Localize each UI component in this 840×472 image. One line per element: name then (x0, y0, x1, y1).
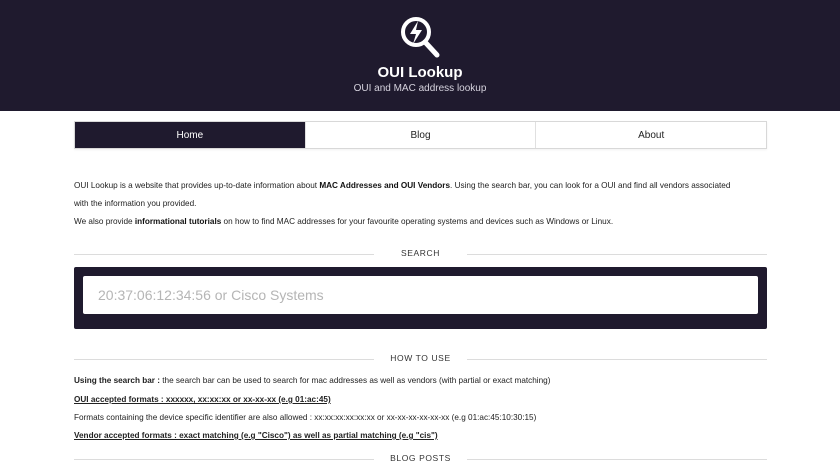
intro-text-part: . Using the search bar, you can look for… (450, 181, 731, 190)
search-lightning-icon[interactable] (398, 15, 442, 59)
howto-line-4: Vendor accepted formats : exact matching… (74, 431, 767, 440)
search-heading: SEARCH (74, 248, 767, 260)
intro-highlight: MAC Addresses and OUI Vendors (319, 181, 451, 190)
intro-text-part: on how to find MAC addresses for your fa… (221, 217, 614, 226)
blog-heading: BLOG POSTS (74, 453, 767, 465)
howto-heading-label: HOW TO USE (390, 353, 451, 363)
intro-paragraph-2: We also provide informational tutorials … (74, 213, 767, 231)
howto-heading: HOW TO USE (74, 353, 767, 365)
howto-line-1: Using the search bar : the search bar ca… (74, 376, 767, 385)
oui-formats-text: OUI accepted formats : xxxxxx, xx:xx:xx … (74, 395, 331, 404)
nav-blog[interactable]: Blog (304, 122, 536, 148)
tutorials-highlight: informational tutorials (134, 217, 222, 226)
howto-line-2: OUI accepted formats : xxxxxx, xx:xx:xx … (74, 395, 767, 404)
intro-paragraph-1: OUI Lookup is a website that provides up… (74, 177, 767, 213)
site-subtitle: OUI and MAC address lookup (353, 83, 487, 94)
vendor-formats-text: Vendor accepted formats : exact matching… (74, 431, 438, 440)
main-nav: Home Blog About (74, 121, 767, 149)
intro-text-part: OUI Lookup is a website that provides up… (74, 181, 320, 190)
blog-heading-label: BLOG POSTS (390, 453, 451, 463)
search-bar (74, 267, 767, 329)
howto-line-1-bold: Using the search bar : (74, 376, 160, 385)
site-header: OUI Lookup OUI and MAC address lookup (0, 0, 840, 111)
intro-text: OUI Lookup is a website that provides up… (74, 177, 767, 231)
nav-about[interactable]: About (535, 122, 766, 148)
site-title: OUI Lookup (377, 64, 463, 81)
howto-line-3: Formats containing the device specific i… (74, 413, 537, 422)
nav-home[interactable]: Home (75, 122, 305, 148)
search-heading-label: SEARCH (400, 248, 441, 258)
search-input[interactable] (83, 276, 758, 314)
intro-text-part: with the information you provided. (74, 199, 197, 208)
howto-line-1-text: the search bar can be used to search for… (160, 376, 551, 385)
intro-text-part: We also provide (74, 217, 135, 226)
